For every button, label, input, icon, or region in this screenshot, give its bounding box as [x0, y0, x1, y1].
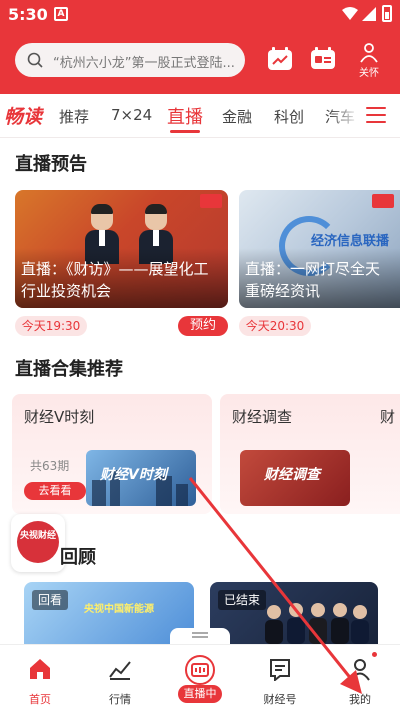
collection-card[interactable]: 财 [368, 394, 400, 514]
battery-icon [382, 5, 392, 22]
preview-time-badge: 今天19:30 [15, 316, 87, 336]
collection-card[interactable]: 财经V时刻 共63期 去看看 财经V时刻 [12, 394, 212, 514]
reserve-button[interactable]: 预约 [178, 316, 228, 336]
status-bar: 5:30 A [0, 0, 400, 28]
program-logo-text: 经济信息联播 [311, 234, 390, 249]
review-badge: 已结束 [218, 590, 267, 610]
top-header: 5:30 A “杭州六小龙”第一股正式登陆... 关怀 [0, 0, 400, 94]
collections-section-title: 直播合集推荐 [15, 359, 123, 380]
preview-time-badge: 今天20:30 [239, 316, 311, 336]
wifi-icon [342, 7, 358, 20]
review-thumbnail-text: 央视中国新能源 [84, 604, 154, 615]
collection-title: 财经调查 [232, 408, 293, 426]
tab-7x24[interactable]: 7×24 [111, 106, 152, 124]
preview-card-title: 直播：一网打尽全天重磅经资讯 [245, 260, 381, 300]
market-icon [109, 661, 131, 680]
tab-live[interactable]: 直播 [167, 103, 203, 129]
view-collection-button[interactable]: 去看看 [24, 482, 86, 500]
review-card[interactable]: 已结束 [210, 582, 378, 644]
nav-market[interactable]: 行情 [80, 645, 160, 710]
tab-recommend[interactable]: 推荐 [59, 106, 89, 127]
finance-account-icon [270, 659, 290, 681]
tab-finance[interactable]: 金融 [222, 106, 252, 127]
channel-logo [200, 194, 222, 208]
guests-image [265, 603, 369, 644]
tabs-fade [330, 94, 360, 137]
id-card-icon[interactable] [309, 45, 337, 73]
care-label: 关怀 [359, 68, 379, 79]
care-icon [360, 43, 378, 63]
menu-icon[interactable] [366, 107, 386, 125]
nav-live[interactable]: 直播中 [160, 645, 240, 710]
search-icon [27, 52, 43, 68]
collection-thumbnail: 财经V时刻 [86, 450, 196, 506]
thumbnail-text: 财经V时刻 [100, 467, 167, 483]
nav-label: 财经号 [263, 693, 297, 706]
review-badge: 回看 [32, 590, 69, 610]
collection-count: 共63期 [30, 459, 70, 473]
collection-title: 财 [380, 408, 396, 426]
home-icon [30, 659, 50, 679]
nav-label: 首页 [29, 693, 51, 706]
signal-icon [362, 7, 376, 21]
preview-card-title: 直播：《财访》——展望化工行业投资机会 [21, 260, 209, 300]
nav-home[interactable]: 首页 [0, 645, 80, 710]
preview-card[interactable]: 直播：《财访》——展望化工行业投资机会 [15, 190, 228, 308]
search-placeholder: “杭州六小龙”第一股正式登陆... [53, 56, 235, 71]
review-section-title: 回顾 [60, 547, 96, 568]
floating-live-widget[interactable]: 央视财经 [11, 514, 65, 572]
nav-finance-account[interactable]: 财经号 [240, 645, 320, 710]
channel-tabs: 畅读 推荐 7×24 直播 金融 科创 汽车 [0, 94, 400, 138]
bottom-nav: 首页 行情 直播中 财经号 我的 [0, 644, 400, 710]
cctv-finance-logo: 央视财经 [17, 521, 59, 563]
drag-handle[interactable] [170, 628, 230, 644]
nav-label: 我的 [349, 693, 371, 706]
care-mode-button[interactable]: 关怀 [352, 42, 386, 79]
tab-changdu[interactable]: 畅读 [4, 102, 42, 129]
profile-icon [350, 659, 370, 681]
collection-title: 财经V时刻 [24, 408, 95, 426]
channel-logo [372, 194, 394, 208]
search-input[interactable]: “杭州六小龙”第一股正式登陆... [15, 43, 245, 77]
active-tab-indicator [170, 130, 200, 133]
collection-thumbnail: 财经调查 [240, 450, 350, 506]
status-time: 5:30 [8, 5, 48, 24]
review-card[interactable]: 回看 央视中国新能源 [24, 582, 194, 644]
notification-dot [372, 652, 377, 657]
preview-card[interactable]: 经济信息联播 直播：一网打尽全天重磅经资讯 [239, 190, 400, 308]
tab-tech[interactable]: 科创 [274, 106, 304, 127]
nav-profile[interactable]: 我的 [320, 645, 400, 710]
thumbnail-text: 财经调查 [264, 467, 320, 483]
notification-icon: A [54, 7, 68, 21]
nav-label: 直播中 [178, 685, 222, 703]
live-tv-icon [185, 655, 215, 685]
preview-section-title: 直播预告 [15, 154, 87, 175]
nav-label: 行情 [109, 693, 131, 706]
market-trend-icon[interactable] [266, 45, 294, 73]
